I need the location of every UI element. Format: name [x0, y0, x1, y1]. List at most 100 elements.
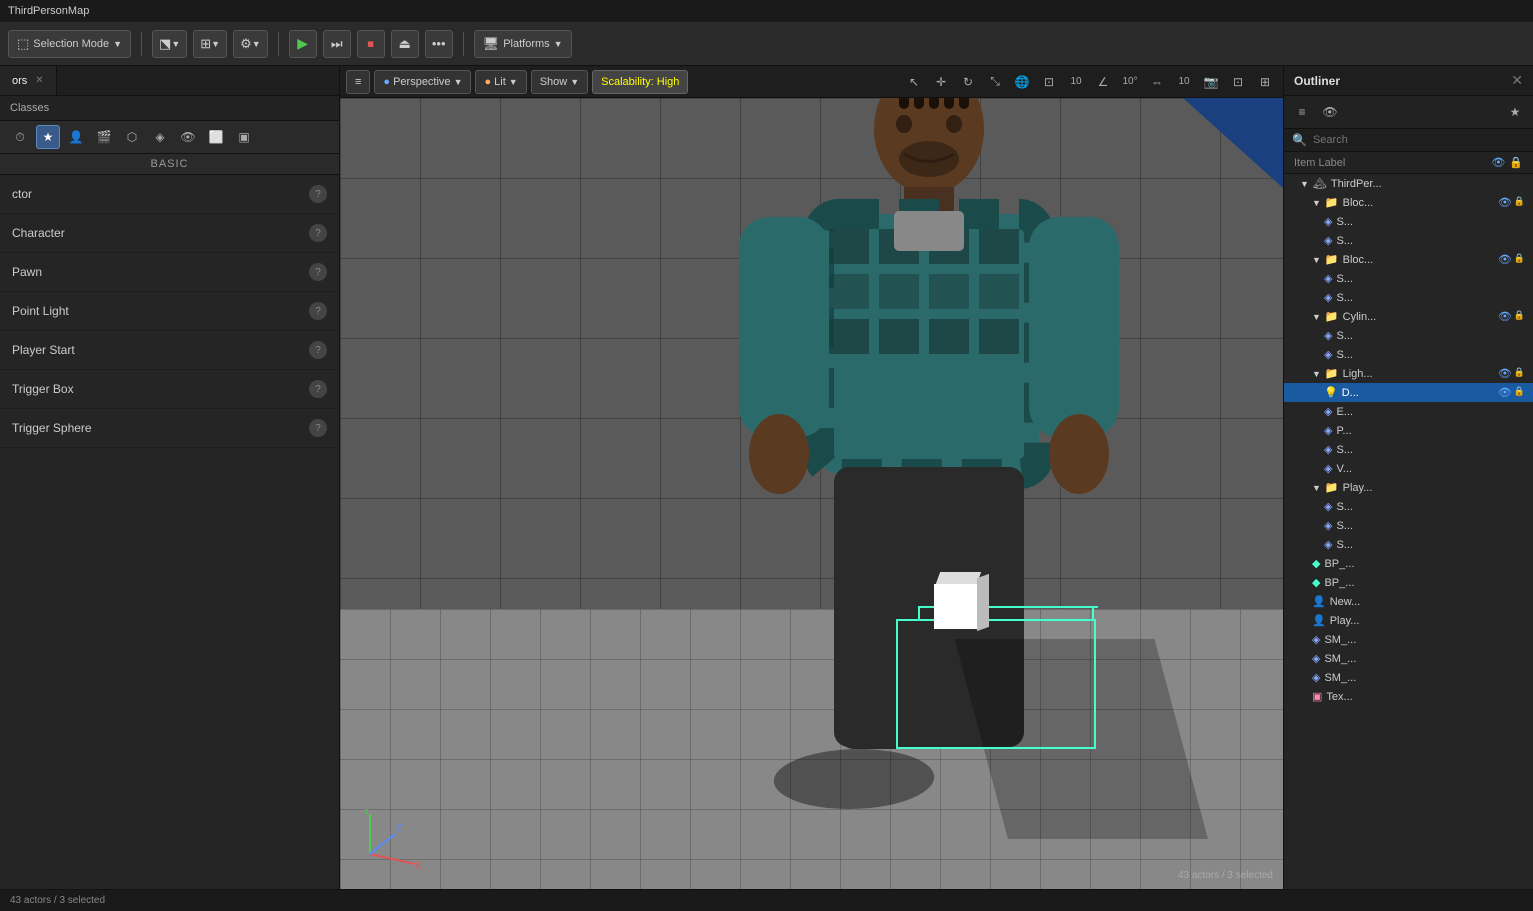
tree-item[interactable]: ◈ V... [1284, 459, 1533, 478]
tree-item[interactable]: ◈ S... [1284, 269, 1533, 288]
perspective-button[interactable]: ● Perspective ▼ [374, 70, 471, 94]
shapes-icon-btn[interactable]: ◈ [148, 125, 172, 149]
eject-button[interactable]: ⏏ [391, 30, 419, 58]
tree-item[interactable]: ▼ 📁 Bloc... 👁 🔒 [1284, 193, 1533, 212]
actors-icon-btn[interactable]: 👤 [64, 125, 88, 149]
lock-icon[interactable]: 🔒 [1514, 367, 1525, 380]
camera-icon[interactable]: 📷 [1199, 70, 1223, 94]
tree-item[interactable]: ◈ S... [1284, 516, 1533, 535]
cursor-tool[interactable]: ↖ [902, 70, 926, 94]
eye-icon[interactable]: 👁 [1498, 253, 1512, 266]
tree-item[interactable]: ◈ SM_... [1284, 668, 1533, 687]
tree-item[interactable]: ▼ 📁 Cylin... 👁 🔒 [1284, 307, 1533, 326]
actors-tab[interactable]: ors ✕ [0, 66, 57, 95]
lock-icon[interactable]: 🔒 [1514, 310, 1525, 323]
viewport-canvas[interactable]: X Y Z 43 actors / 3 selected [340, 98, 1283, 889]
tree-item[interactable]: ◈ S... [1284, 231, 1533, 250]
info-icon[interactable]: ? [309, 185, 327, 203]
info-icon[interactable]: ? [309, 224, 327, 242]
tree-item[interactable]: ◈ E... [1284, 402, 1533, 421]
tree-item[interactable]: ▼ 🏔 ThirdPer... [1284, 174, 1533, 193]
tree-item[interactable]: ◈ S... [1284, 212, 1533, 231]
snap-icon[interactable]: ⊡ [1037, 70, 1061, 94]
list-item[interactable]: Trigger Sphere ? [0, 409, 339, 448]
cube-icon-btn[interactable]: ▣ [232, 125, 256, 149]
angle-icon[interactable]: ∠ [1091, 70, 1115, 94]
geometry-icon-btn[interactable]: ⬡ [120, 125, 144, 149]
tree-item[interactable]: ◆ BP_... [1284, 573, 1533, 592]
list-item[interactable]: Pawn ? [0, 253, 339, 292]
list-item[interactable]: Player Start ? [0, 331, 339, 370]
outliner-lock-btn[interactable]: ★ [1503, 100, 1527, 124]
step-button[interactable]: ⏭ [323, 30, 351, 58]
recent-icon-btn[interactable]: ⏱ [8, 125, 32, 149]
tree-item[interactable]: ▼ 📁 Bloc... 👁 🔒 [1284, 250, 1533, 269]
list-item[interactable]: Character ? [0, 214, 339, 253]
tree-item[interactable]: ◈ S... [1284, 288, 1533, 307]
info-icon[interactable]: ? [309, 302, 327, 320]
layout-icon[interactable]: ⊞ [1253, 70, 1277, 94]
rotate-tool[interactable]: ↻ [956, 70, 980, 94]
outliner-search-input[interactable] [1313, 134, 1525, 146]
info-icon[interactable]: ? [309, 263, 327, 281]
list-item[interactable]: Trigger Box ? [0, 370, 339, 409]
outliner-filter-btn[interactable]: ≡ [1290, 100, 1314, 124]
tree-item[interactable]: ▼ 📁 Ligh... 👁 🔒 [1284, 364, 1533, 383]
tree-item[interactable]: ◈ S... [1284, 345, 1533, 364]
transform-btn-1[interactable]: ⬔ ▼ [152, 30, 187, 58]
eye-icon[interactable]: 👁 [1498, 367, 1512, 380]
meshes-icon-btn[interactable]: ⬜ [204, 125, 228, 149]
tree-item[interactable]: ▼ 📁 Play... [1284, 478, 1533, 497]
outliner-close-button[interactable]: ✕ [1511, 72, 1523, 89]
cinematic-icon-btn[interactable]: 🎬 [92, 125, 116, 149]
lock-icon[interactable]: 🔒 [1514, 253, 1525, 266]
tree-item[interactable]: ◈ S... [1284, 497, 1533, 516]
play-button[interactable]: ▶ [289, 30, 317, 58]
stop-button[interactable]: ⏹ [357, 30, 385, 58]
scale-tool[interactable]: ⤡ [983, 70, 1007, 94]
list-item[interactable]: ctor ? [0, 175, 339, 214]
all-classes-icon-btn[interactable]: ★ [36, 125, 60, 149]
tree-item[interactable]: ◆ BP_... [1284, 554, 1533, 573]
tree-item[interactable]: ▣ Tex... [1284, 687, 1533, 706]
translate-tool[interactable]: ✛ [929, 70, 953, 94]
show-button[interactable]: Show ▼ [531, 70, 588, 94]
scalability-badge[interactable]: Scalability: High [592, 70, 688, 94]
maximize-icon[interactable]: ⊡ [1226, 70, 1250, 94]
eye-icon[interactable]: 👁 [1498, 196, 1512, 209]
more-button[interactable]: ••• [425, 30, 453, 58]
grid-size[interactable]: 10 [1064, 70, 1088, 94]
tree-item[interactable]: ◈ S... [1284, 440, 1533, 459]
outliner-vis-btn[interactable]: 👁 [1318, 100, 1342, 124]
actors-tab-close[interactable]: ✕ [35, 75, 43, 86]
scale-icon[interactable]: ⇔ [1145, 70, 1169, 94]
tree-item[interactable]: 👤 Play... [1284, 611, 1533, 630]
eye-icon[interactable]: 👁 [1498, 310, 1512, 323]
lock-icon[interactable]: 🔒 [1514, 196, 1525, 209]
visible-icon-btn[interactable]: 👁 [176, 125, 200, 149]
tree-item[interactable]: ◈ S... [1284, 535, 1533, 554]
item-text: SM_... [1324, 634, 1356, 646]
angle-size[interactable]: 10° [1118, 70, 1142, 94]
info-icon[interactable]: ? [309, 380, 327, 398]
lock-icon[interactable]: 🔒 [1514, 386, 1525, 399]
mesh-icon: ◈ [1324, 215, 1332, 228]
tree-item[interactable]: 👤 New... [1284, 592, 1533, 611]
info-icon[interactable]: ? [309, 341, 327, 359]
scale-size[interactable]: 10 [1172, 70, 1196, 94]
list-item[interactable]: Point Light ? [0, 292, 339, 331]
world-icon[interactable]: 🌐 [1010, 70, 1034, 94]
platforms-button[interactable]: 🖥 Platforms ▼ [474, 30, 572, 58]
selection-mode-button[interactable]: ⬚ Selection Mode ▼ [8, 30, 131, 58]
hamburger-menu[interactable]: ≡ [346, 70, 370, 94]
tree-item[interactable]: ◈ SM_... [1284, 630, 1533, 649]
info-icon[interactable]: ? [309, 419, 327, 437]
transform-btn-3[interactable]: ⚙ ▼ [233, 30, 268, 58]
tree-item[interactable]: ◈ S... [1284, 326, 1533, 345]
transform-btn-2[interactable]: ⊞ ▼ [193, 30, 227, 58]
tree-item[interactable]: ◈ P... [1284, 421, 1533, 440]
tree-item-selected[interactable]: 💡 D... 👁 🔒 [1284, 383, 1533, 402]
eye-icon[interactable]: 👁 [1498, 386, 1512, 399]
tree-item[interactable]: ◈ SM_... [1284, 649, 1533, 668]
lit-button[interactable]: ● Lit ▼ [475, 70, 526, 94]
